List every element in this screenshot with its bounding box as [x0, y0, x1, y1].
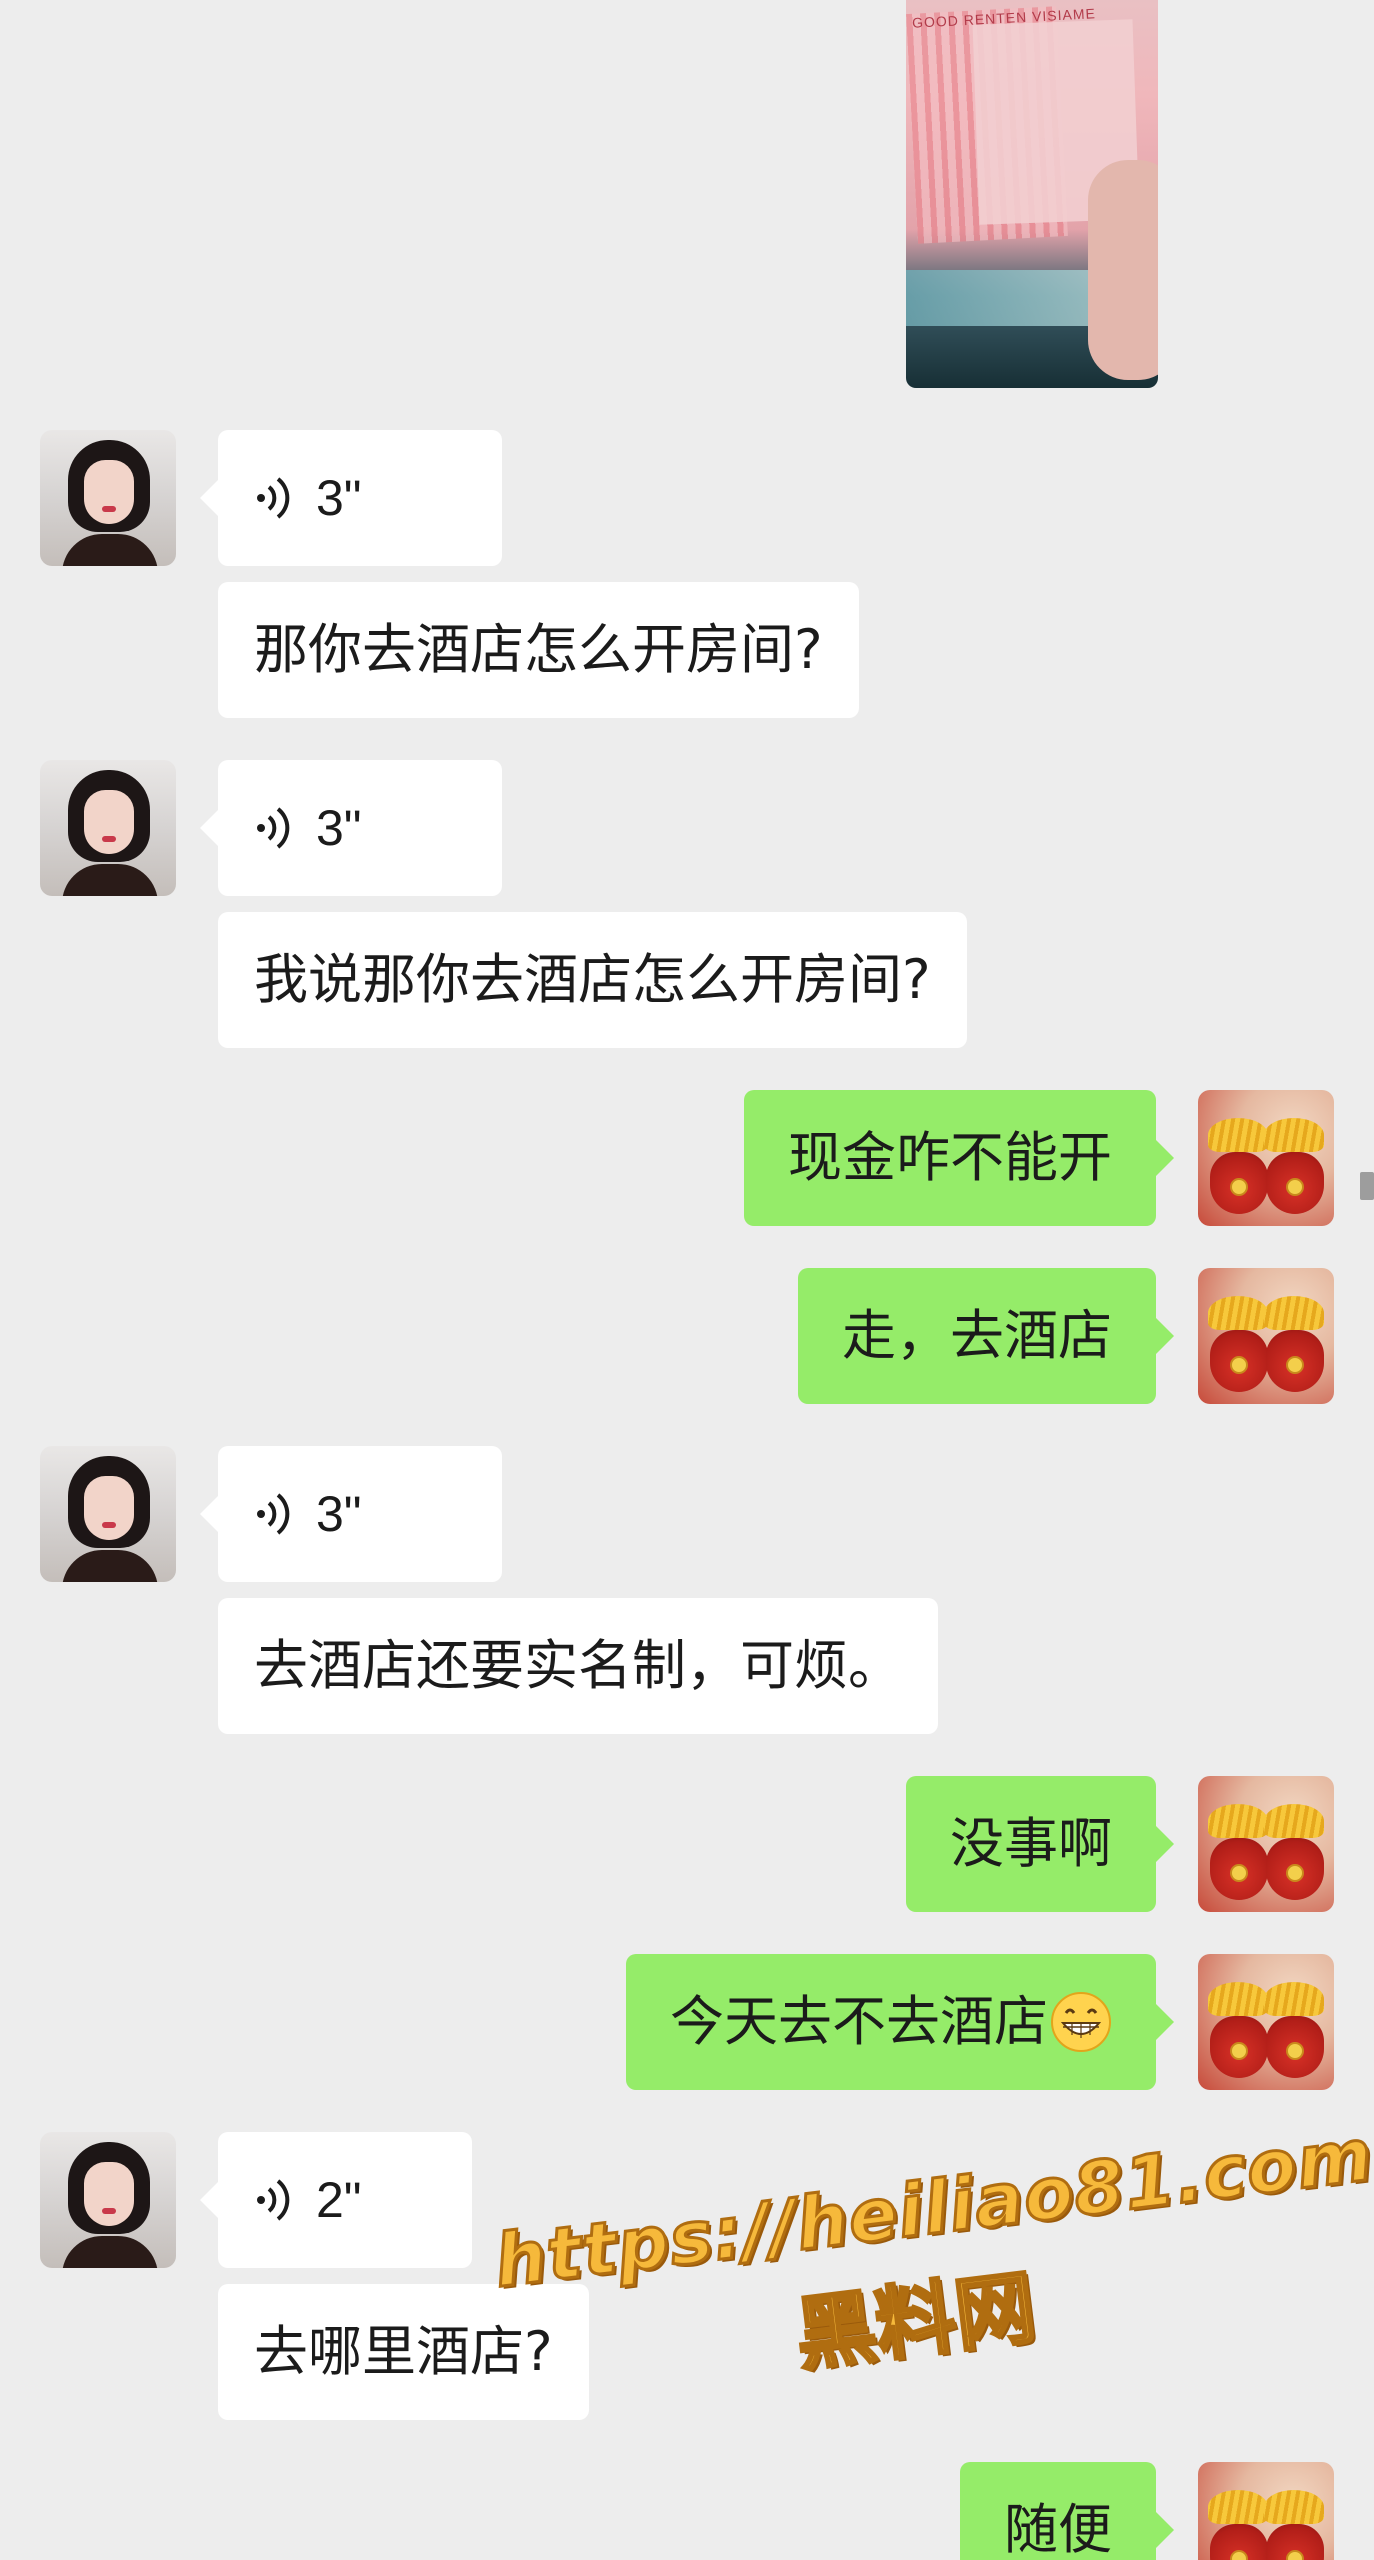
message-text: 我说那你去酒店怎么开房间? [254, 948, 931, 1011]
text-message-bubble[interactable]: 现金咋不能开 [744, 1090, 1174, 1226]
avatar-body [62, 2236, 158, 2268]
avatar-body [62, 1550, 158, 1582]
grinning-face-emoji-icon [1050, 1991, 1112, 2053]
contact-avatar[interactable] [40, 760, 176, 896]
avatar-lips [102, 836, 116, 842]
my-avatar[interactable] [1198, 1954, 1334, 2090]
my-avatar[interactable] [1198, 1268, 1334, 1404]
avatar-lips [102, 2208, 116, 2214]
voice-duration: 2" [316, 2172, 362, 2228]
avatar-gold [1208, 1118, 1268, 1152]
shared-photo-message[interactable]: GOOD RENTEN VISIAME [906, 0, 1158, 388]
avatar-gold [1264, 2490, 1324, 2524]
watermark: https://heiliao81.com 黑料网 [489, 2111, 1374, 2422]
avatar-gold [1264, 1296, 1324, 1330]
voice-wave-icon [254, 805, 294, 851]
avatar-lips [102, 1522, 116, 1528]
message-text: 没事啊 [950, 1812, 1112, 1875]
avatar-face [84, 790, 134, 854]
voice-message-bubble[interactable]: 3" [200, 760, 502, 896]
message-text: 走，去酒店 [842, 1304, 1112, 1367]
text-message-bubble[interactable]: 我说那你去酒店怎么开房间? [218, 912, 967, 1048]
avatar-body [62, 534, 158, 566]
text-message-bubble[interactable]: 去酒店还要实名制，可烦。 [218, 1598, 938, 1734]
message-text: 今天去不去酒店 [670, 1990, 1048, 2053]
text-message-bubble[interactable]: 随便 [960, 2462, 1174, 2560]
avatar-gold [1208, 2490, 1268, 2524]
message-text: 去酒店还要实名制，可烦。 [254, 1634, 902, 1697]
avatar-face [84, 1476, 134, 1540]
voice-message-bubble[interactable]: 2" [200, 2132, 472, 2268]
voice-wave-icon [254, 475, 294, 521]
avatar-gold [1208, 1982, 1268, 2016]
text-message-bubble[interactable]: 没事啊 [906, 1776, 1174, 1912]
avatar-coin [1286, 2042, 1304, 2060]
watermark-url: https://heiliao81.com [489, 2111, 1374, 2305]
text-message-bubble[interactable]: 去哪里酒店? [218, 2284, 589, 2420]
avatar-gold [1264, 1118, 1324, 1152]
avatar-coin [1230, 2042, 1248, 2060]
avatar-lips [102, 506, 116, 512]
scrollbar-thumb[interactable] [1360, 1172, 1374, 1200]
avatar-coin [1230, 1864, 1248, 1882]
voice-message-bubble[interactable]: 3" [200, 430, 502, 566]
avatar-body [62, 864, 158, 896]
contact-avatar[interactable] [40, 1446, 176, 1582]
my-avatar[interactable] [1198, 2462, 1334, 2560]
text-message-bubble[interactable]: 走，去酒店 [798, 1268, 1174, 1404]
avatar-coin [1286, 1356, 1304, 1374]
photo-hand [1088, 160, 1158, 380]
avatar-gold [1208, 1296, 1268, 1330]
message-text: 随便 [1004, 2498, 1112, 2560]
avatar-gold [1264, 1982, 1324, 2016]
contact-avatar[interactable] [40, 430, 176, 566]
voice-duration: 3" [316, 470, 362, 526]
voice-message-bubble[interactable]: 3" [200, 1446, 502, 1582]
avatar-coin [1286, 1864, 1304, 1882]
contact-avatar[interactable] [40, 2132, 176, 2268]
message-text: 去哪里酒店? [254, 2320, 553, 2383]
avatar-coin [1286, 1178, 1304, 1196]
avatar-coin [1230, 1356, 1248, 1374]
voice-duration: 3" [316, 800, 362, 856]
message-text: 现金咋不能开 [788, 1126, 1112, 1189]
avatar-gold [1264, 1804, 1324, 1838]
avatar-face [84, 2162, 134, 2226]
text-message-bubble[interactable]: 今天去不去酒店 [626, 1954, 1174, 2090]
watermark-site-name: 黑料网 [789, 2259, 1042, 2384]
avatar-gold [1208, 1804, 1268, 1838]
text-message-bubble[interactable]: 那你去酒店怎么开房间? [218, 582, 859, 718]
voice-duration: 3" [316, 1486, 362, 1542]
voice-wave-icon [254, 2177, 294, 2223]
voice-wave-icon [254, 1491, 294, 1537]
my-avatar[interactable] [1198, 1090, 1334, 1226]
my-avatar[interactable] [1198, 1776, 1334, 1912]
avatar-face [84, 460, 134, 524]
message-text: 那你去酒店怎么开房间? [254, 618, 823, 681]
avatar-coin [1230, 1178, 1248, 1196]
